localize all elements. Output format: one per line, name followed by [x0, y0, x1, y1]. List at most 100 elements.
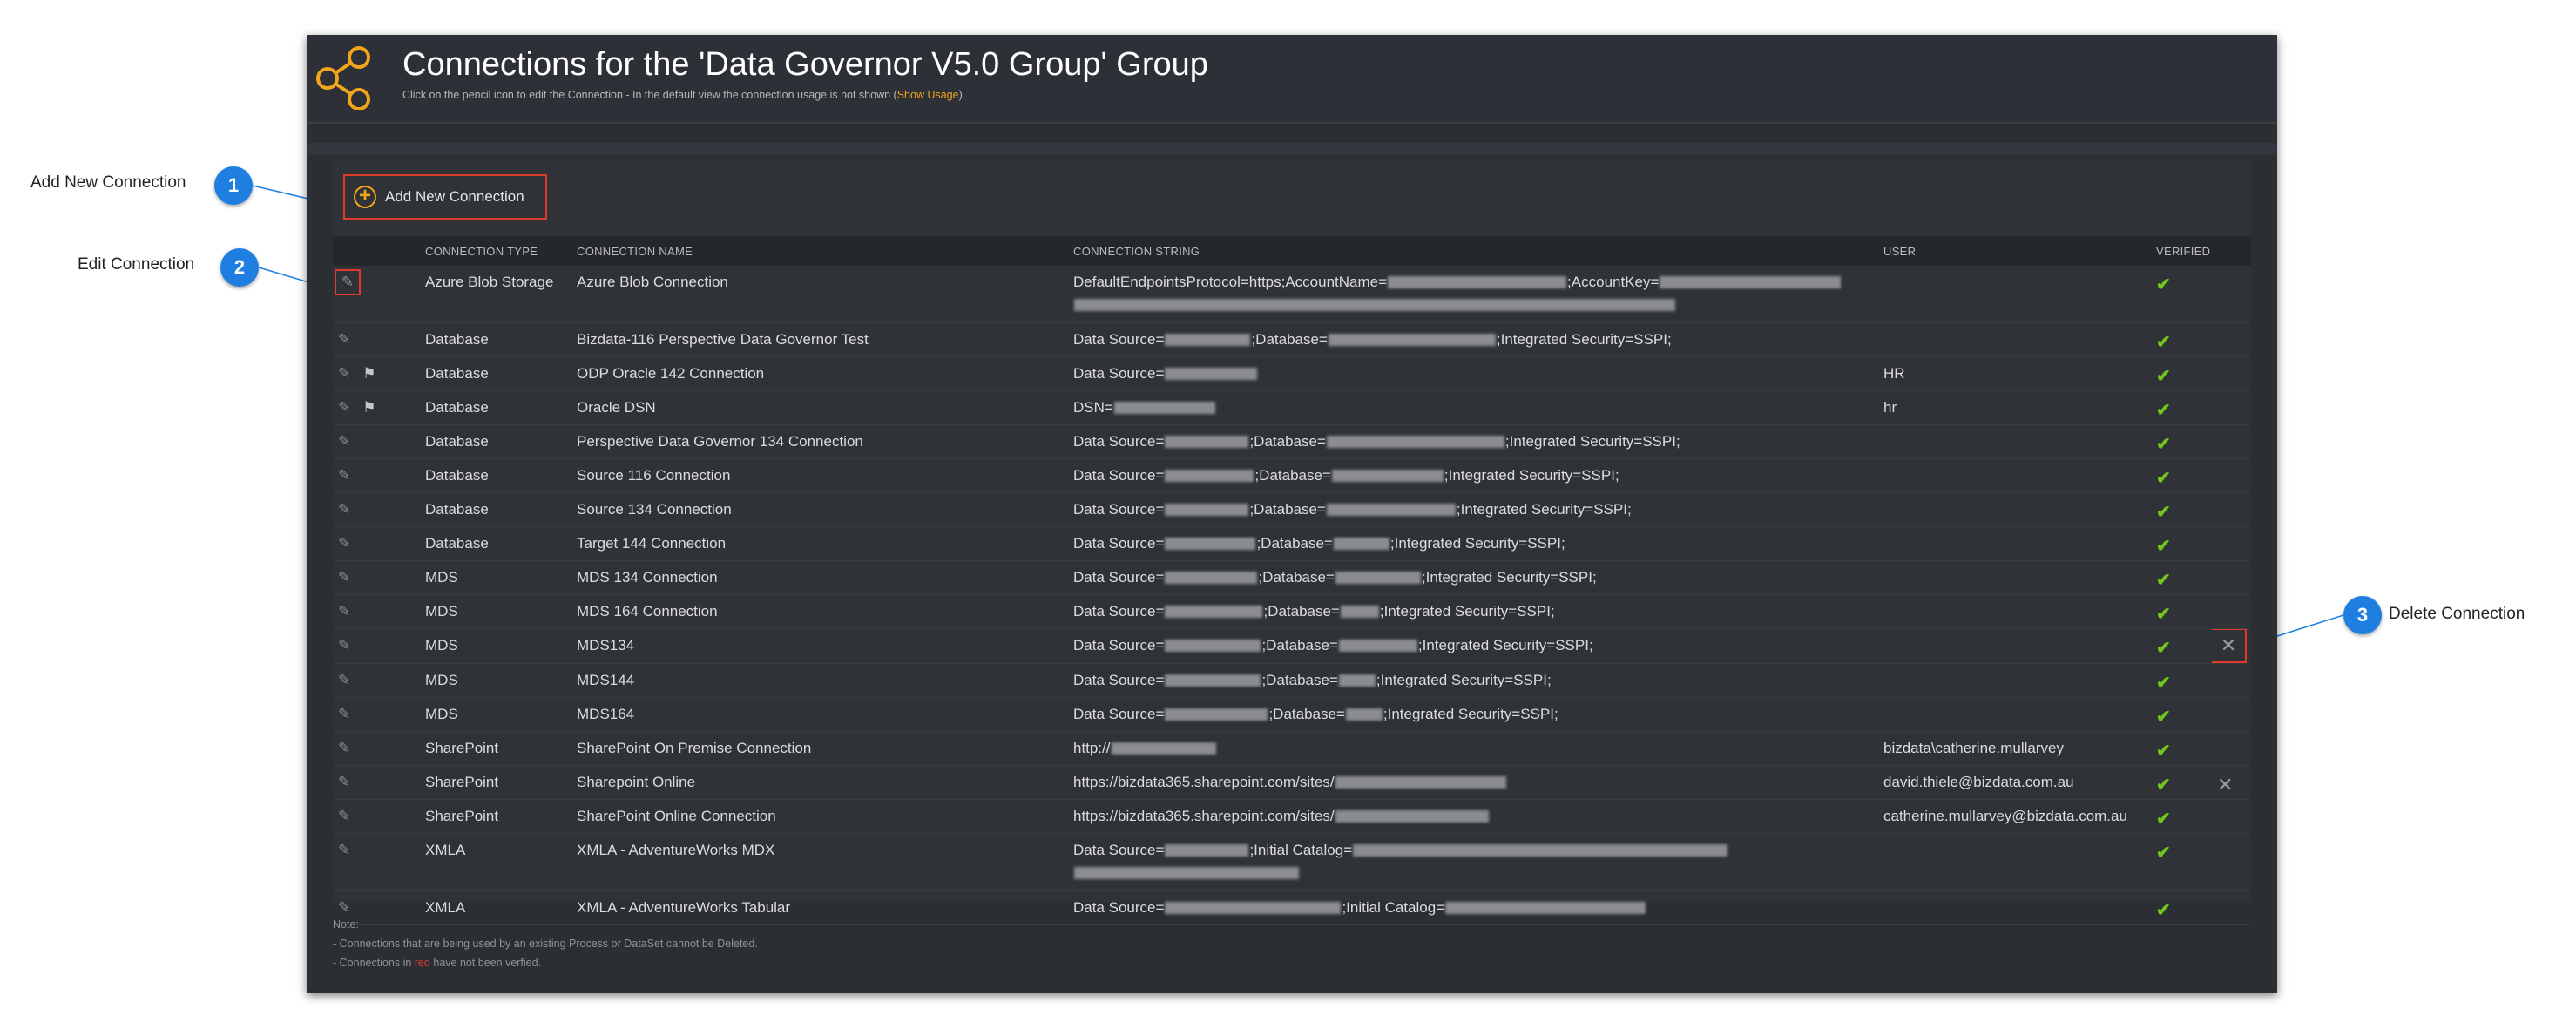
- cs-text: ;Integrated Security=SSPI;: [1444, 467, 1619, 484]
- pencil-icon[interactable]: ✎: [338, 842, 350, 858]
- cell-delete: [2212, 663, 2251, 698]
- row-actions: ✎ ⚑: [333, 390, 420, 425]
- check-icon: ✔: [2156, 435, 2171, 454]
- check-icon: ✔: [2156, 775, 2171, 795]
- pencil-icon[interactable]: ✎: [338, 740, 350, 756]
- cs-text: Data Source=: [1073, 706, 1165, 722]
- redacted-value: [1165, 844, 1249, 857]
- cell-connection-string: http://: [1068, 731, 1878, 766]
- check-icon: ✔: [2156, 469, 2171, 488]
- row-actions: ✎: [333, 424, 420, 459]
- cell-name: XMLA - AdventureWorks MDX: [571, 833, 1068, 891]
- cell-user: [1878, 663, 2151, 698]
- cs-text: ;Integrated Security=SSPI;: [1389, 535, 1565, 552]
- redacted-value: [1345, 708, 1383, 721]
- redacted-value: [1340, 606, 1379, 618]
- pencil-icon[interactable]: ✎: [338, 899, 350, 916]
- cs-text: Data Source=: [1073, 569, 1165, 586]
- add-new-connection-button[interactable]: + Add New Connection: [343, 174, 547, 220]
- redacted-value: [1165, 606, 1263, 618]
- cell-delete: [2212, 322, 2251, 357]
- row-actions: ✎: [333, 492, 420, 527]
- cell-type: MDS: [420, 560, 571, 595]
- cell-name: MDS134: [571, 628, 1068, 664]
- check-icon: ✔: [2156, 503, 2171, 522]
- pencil-icon[interactable]: ✎: [338, 399, 350, 416]
- connection-string-line-2: [1073, 296, 1878, 314]
- check-icon: ✔: [2156, 639, 2171, 658]
- cell-verified: ✔: [2151, 356, 2212, 391]
- callout-label-edit: Edit Connection: [78, 255, 195, 274]
- column-header-verified: VERIFIED: [2151, 236, 2212, 266]
- cell-delete: [2212, 356, 2251, 391]
- notes-line-2: - Connections in red have not been verfi…: [333, 953, 758, 972]
- check-icon: ✔: [2156, 843, 2171, 863]
- cell-connection-string: Data Source= ;Database= ;Integrated Securi…: [1068, 560, 1878, 595]
- pencil-icon[interactable]: ✎: [338, 808, 350, 824]
- cell-delete: ✕: [2212, 628, 2251, 664]
- cs-text: ;AccountKey=: [1567, 274, 1660, 290]
- pencil-icon[interactable]: ✎: [338, 672, 350, 688]
- flag-icon: ⚑: [362, 399, 376, 416]
- redacted-value: [1111, 742, 1216, 755]
- cell-type: Database: [420, 322, 571, 357]
- connection-string-line: DefaultEndpointsProtocol=https;AccountNa…: [1073, 274, 1878, 291]
- cell-user: [1878, 492, 2151, 527]
- table-row: ✎ SharePoint SharePoint On Premise Conne…: [333, 731, 2251, 766]
- pencil-icon[interactable]: ✎: [338, 706, 350, 722]
- connections-window: Connections for the 'Data Governor V5.0 …: [307, 35, 2277, 993]
- cell-delete: [2212, 697, 2251, 732]
- pencil-icon[interactable]: ✎: [338, 569, 350, 586]
- cell-connection-string: Data Source= ;Database= ;Integrated Securi…: [1068, 697, 1878, 732]
- cs-text: ;Database=: [1261, 672, 1338, 688]
- row-actions: ✎: [333, 526, 420, 561]
- cs-text: ;Integrated Security=SSPI;: [1421, 569, 1597, 586]
- cell-type: MDS: [420, 663, 571, 698]
- page-subtitle: Click on the pencil icon to edit the Con…: [402, 89, 963, 101]
- cs-text: https://bizdata365.sharepoint.com/sites/: [1073, 808, 1335, 824]
- notes-text: have not been verfied.: [429, 957, 542, 969]
- redacted-value: [1165, 368, 1258, 380]
- pencil-icon[interactable]: ✎: [338, 433, 350, 450]
- cell-connection-string: DSN=: [1068, 390, 1878, 425]
- cs-text: ;Database=: [1258, 569, 1335, 586]
- cell-connection-string: Data Source= ;Initial Catalog=: [1068, 890, 1878, 925]
- pencil-icon[interactable]: ✎: [338, 774, 350, 790]
- cell-connection-string: Data Source= ;Database= ;Integrated Securi…: [1068, 458, 1878, 493]
- cell-connection-string: Data Source=: [1068, 356, 1878, 391]
- cs-text: DefaultEndpointsProtocol=https;AccountNa…: [1073, 274, 1388, 290]
- cell-user: [1878, 697, 2151, 732]
- pencil-icon[interactable]: ✎: [338, 501, 350, 518]
- pencil-icon[interactable]: ✎: [338, 365, 350, 382]
- edit-connection-button[interactable]: ✎: [335, 269, 361, 295]
- cs-text: ;Database=: [1263, 603, 1340, 620]
- add-new-connection-label: Add New Connection: [385, 188, 524, 205]
- flag-icon: ⚑: [362, 365, 376, 382]
- close-icon[interactable]: ✕: [2217, 774, 2233, 796]
- row-actions: ✎: [333, 594, 420, 629]
- redacted-value: [1335, 810, 1489, 823]
- cs-text: ;Initial Catalog=: [1249, 842, 1353, 858]
- table-header-row: CONNECTION TYPE CONNECTION NAME CONNECTI…: [333, 236, 2251, 266]
- cell-name: Azure Blob Connection: [571, 266, 1068, 323]
- pencil-icon[interactable]: ✎: [338, 535, 350, 552]
- show-usage-link[interactable]: Show Usage: [897, 89, 959, 101]
- pencil-icon[interactable]: ✎: [338, 637, 350, 653]
- table-row: ✎ XMLA XMLA - AdventureWorks MDX Data So…: [333, 833, 2251, 891]
- cs-text: Data Source=: [1073, 331, 1165, 348]
- cs-text: Data Source=: [1073, 535, 1165, 552]
- redacted-value: [1165, 504, 1249, 516]
- pencil-icon[interactable]: ✎: [338, 603, 350, 620]
- cell-verified: ✔: [2151, 663, 2212, 698]
- table-row: ✎ SharePoint Sharepoint Online https://b…: [333, 765, 2251, 800]
- cs-text: ;Integrated Security=SSPI;: [1417, 637, 1593, 653]
- callout-badge-2: 2: [220, 248, 259, 287]
- check-icon: ✔: [2156, 367, 2171, 386]
- cs-text: ;Integrated Security=SSPI;: [1383, 706, 1558, 722]
- delete-connection-button[interactable]: ✕: [2212, 628, 2247, 663]
- cs-text: Data Source=: [1073, 467, 1165, 484]
- pencil-icon[interactable]: ✎: [338, 467, 350, 484]
- redacted-value: [1165, 640, 1261, 652]
- cell-delete: [2212, 266, 2251, 323]
- pencil-icon[interactable]: ✎: [338, 331, 350, 348]
